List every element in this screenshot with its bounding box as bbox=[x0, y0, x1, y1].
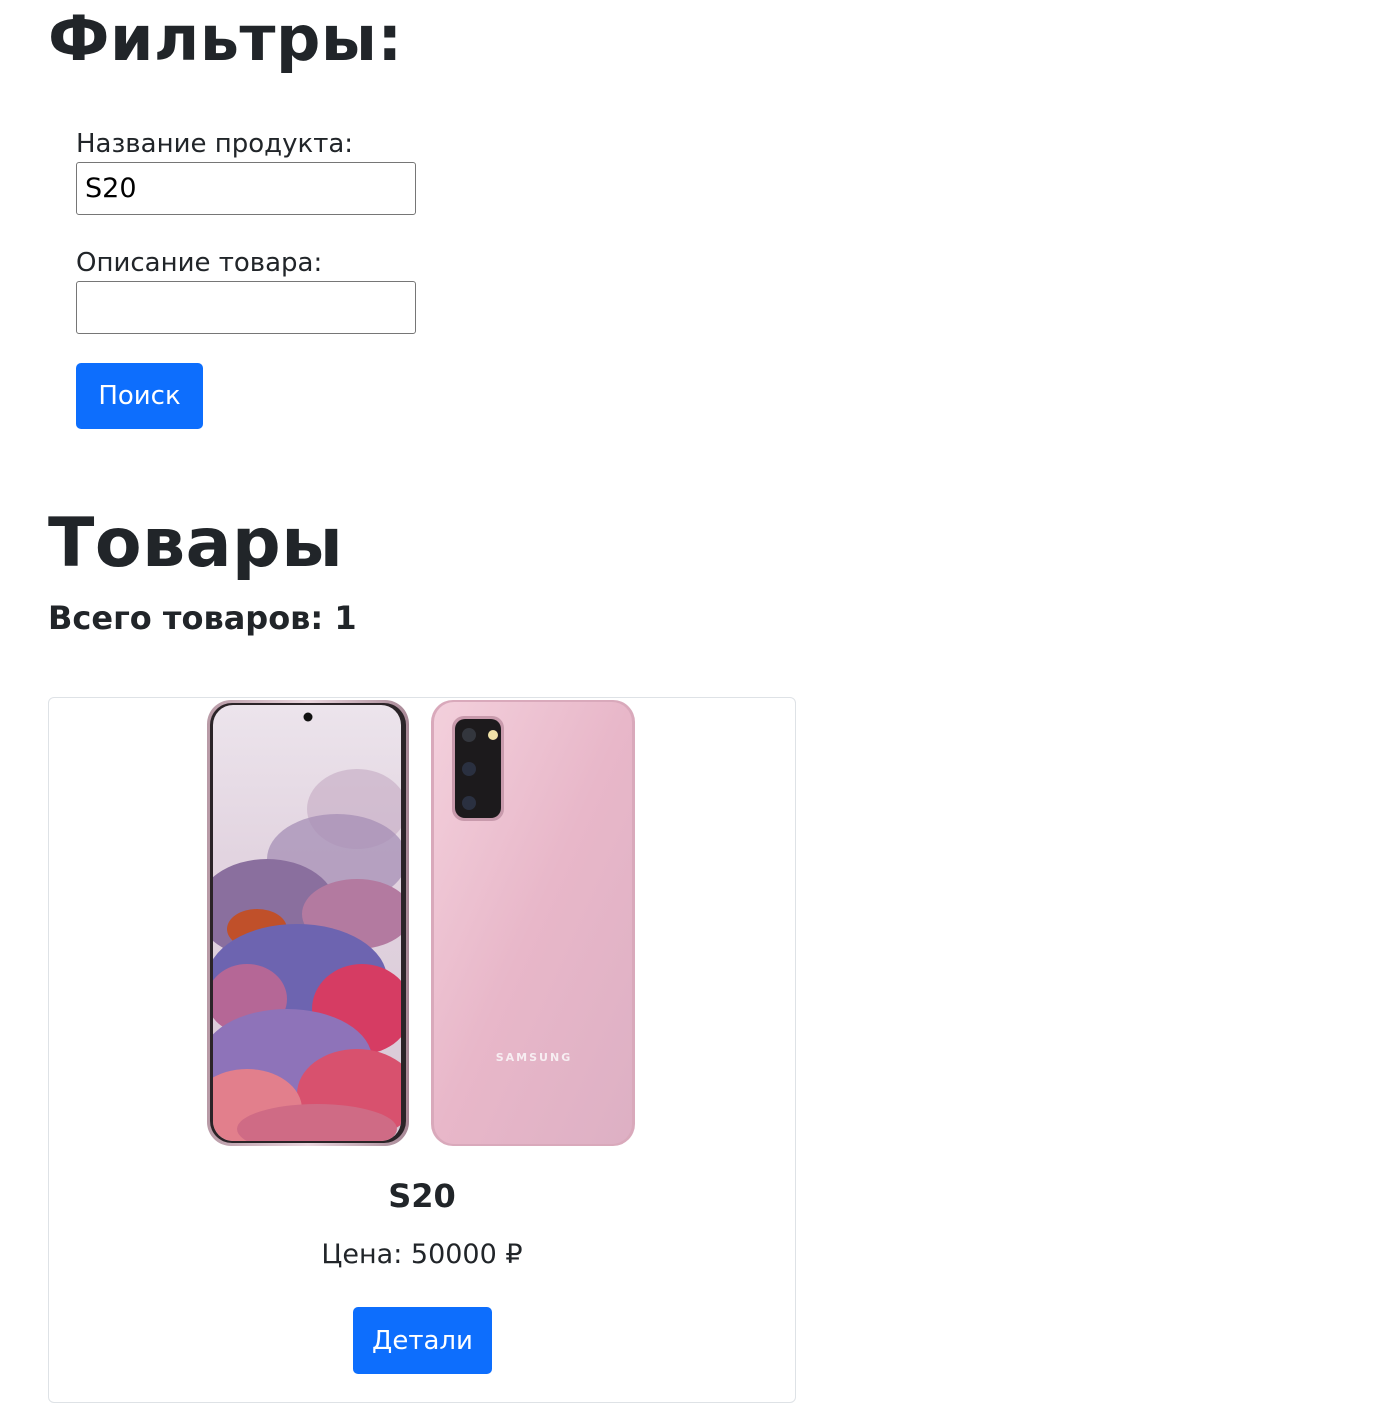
product-card: SAMSUNG S20 Цена: 50000 ₽ Детали bbox=[48, 697, 796, 1403]
product-name-input[interactable] bbox=[76, 161, 416, 215]
filters-heading: Фильтры: bbox=[48, 2, 403, 75]
products-heading: Товары bbox=[48, 504, 344, 583]
name-field-group: Название продукта: bbox=[76, 129, 476, 215]
product-price: Цена: 50000 ₽ bbox=[49, 1241, 795, 1268]
search-button[interactable]: Поиск bbox=[76, 362, 203, 429]
product-description-label: Описание товара: bbox=[76, 247, 323, 278]
price-label: Цена: bbox=[321, 1239, 403, 1270]
details-button[interactable]: Детали bbox=[353, 1307, 492, 1374]
total-count-value: 1 bbox=[334, 599, 357, 637]
total-products-count: Всего товаров: 1 bbox=[48, 599, 357, 637]
front-camera-icon bbox=[303, 712, 313, 722]
product-name-label: Название продукта: bbox=[76, 129, 354, 159]
filter-form: Название продукта: Описание товара: Поис… bbox=[76, 129, 476, 429]
description-field-group: Описание товара: bbox=[76, 247, 476, 334]
brand-logo-text: SAMSUNG bbox=[496, 1051, 572, 1064]
total-count-label: Всего товаров: bbox=[48, 599, 324, 637]
price-value: 50000 bbox=[410, 1239, 497, 1270]
product-title: S20 bbox=[388, 1177, 456, 1215]
product-image: SAMSUNG bbox=[207, 700, 635, 1146]
phone-screen bbox=[213, 705, 401, 1141]
product-description-input[interactable] bbox=[76, 280, 416, 334]
ruble-sign: ₽ bbox=[505, 1239, 523, 1270]
